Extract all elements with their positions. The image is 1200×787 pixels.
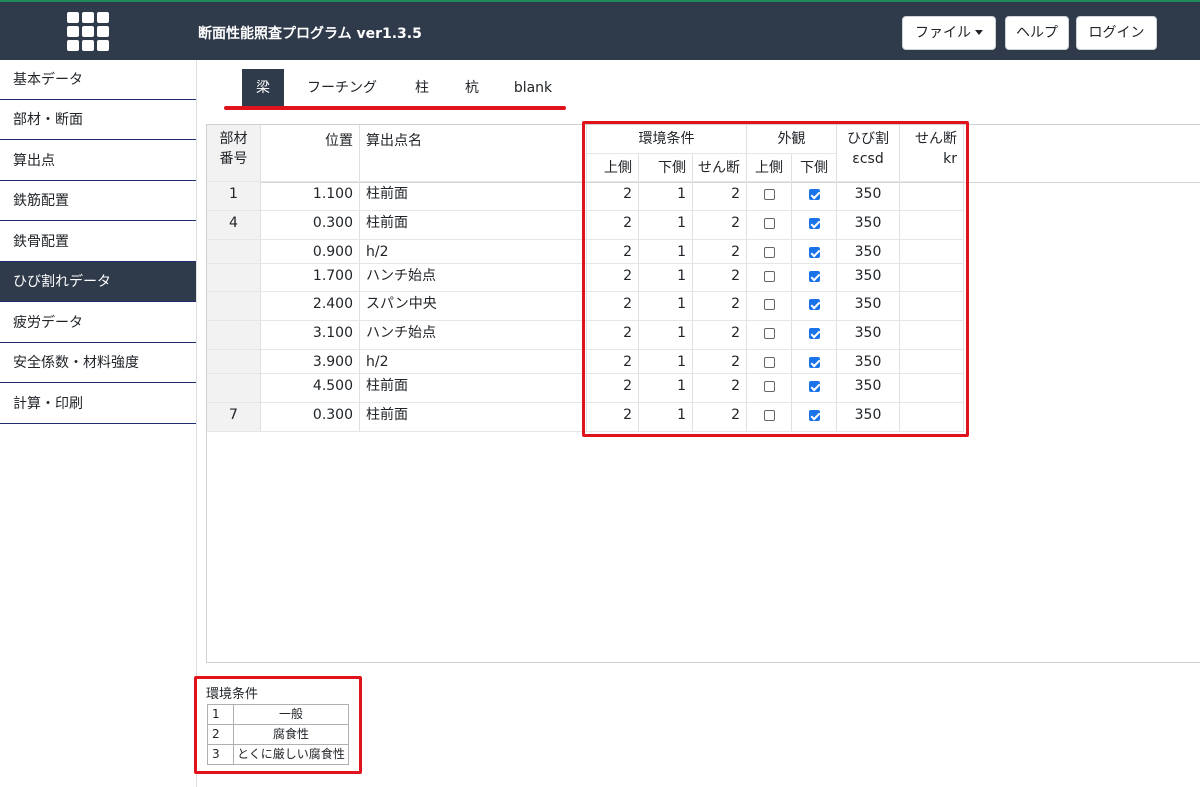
cell-member-no <box>207 292 261 321</box>
cell-point-name[interactable]: h/2 <box>360 240 587 264</box>
sidebar-item-calc-print[interactable]: 計算・印刷 <box>0 384 196 424</box>
cell-position[interactable]: 1.700 <box>261 264 360 292</box>
env-conditions-highlight-box <box>582 121 969 437</box>
app-title: 断面性能照査プログラム ver1.3.5 <box>198 26 422 42</box>
tab-highlight-underline <box>224 106 566 110</box>
cell-position[interactable]: 4.500 <box>261 374 360 403</box>
file-button-label: ファイル <box>915 25 971 41</box>
sidebar-item-fatigue[interactable]: 疲労データ <box>0 303 196 343</box>
sidebar-item-calc-points[interactable]: 算出点 <box>0 141 196 181</box>
cell-member-no: 4 <box>207 211 261 240</box>
tab-beam[interactable]: 梁 <box>242 69 284 107</box>
header-position: 位置 <box>261 125 360 182</box>
cell-position[interactable]: 0.300 <box>261 211 360 240</box>
cell-member-no: 7 <box>207 403 261 432</box>
cell-member-no <box>207 264 261 292</box>
app-menu-grid-icon[interactable] <box>67 12 111 52</box>
header-member-no-line2: 番号 <box>219 151 248 167</box>
tab-pile[interactable]: 杭 <box>456 69 488 107</box>
login-button[interactable]: ログイン <box>1076 16 1157 50</box>
cell-point-name[interactable]: 柱前面 <box>360 374 587 403</box>
sidebar-item-members-sections[interactable]: 部材・断面 <box>0 100 196 140</box>
cell-member-no <box>207 240 261 264</box>
sidebar-item-rebar[interactable]: 鉄筋配置 <box>0 181 196 221</box>
cell-position[interactable]: 2.400 <box>261 292 360 321</box>
tab-blank[interactable]: blank <box>506 69 560 107</box>
tab-footing[interactable]: フーチング <box>296 69 388 107</box>
legend-highlight-box <box>194 676 362 774</box>
cell-point-name[interactable]: h/2 <box>360 350 587 374</box>
cell-position[interactable]: 1.100 <box>261 182 360 211</box>
help-button[interactable]: ヘルプ <box>1005 16 1069 50</box>
cell-point-name[interactable]: ハンチ始点 <box>360 321 587 350</box>
sidebar-item-crack-data[interactable]: ひび割れデータ <box>0 262 196 302</box>
top-navbar: 断面性能照査プログラム ver1.3.5 ファイル ヘルプ ログイン <box>0 0 1200 60</box>
header-point-name: 算出点名 <box>360 125 587 182</box>
cell-position[interactable]: 3.900 <box>261 350 360 374</box>
sidebar-item-basic-data[interactable]: 基本データ <box>0 60 196 100</box>
cell-position[interactable]: 0.300 <box>261 403 360 432</box>
cell-point-name[interactable]: 柱前面 <box>360 182 587 211</box>
cell-position[interactable]: 3.100 <box>261 321 360 350</box>
header-member-no-line1: 部材 <box>219 131 248 147</box>
cell-member-no: 1 <box>207 182 261 211</box>
sidebar-item-safety-factors[interactable]: 安全係数・材料強度 <box>0 343 196 383</box>
cell-position[interactable]: 0.900 <box>261 240 360 264</box>
caret-down-icon <box>975 30 983 35</box>
file-menu-button[interactable]: ファイル <box>902 16 996 50</box>
sidebar: 基本データ 部材・断面 算出点 鉄筋配置 鉄骨配置 ひび割れデータ 疲労データ … <box>0 60 197 787</box>
sidebar-item-steel[interactable]: 鉄骨配置 <box>0 222 196 262</box>
cell-member-no <box>207 374 261 403</box>
cell-point-name[interactable]: 柱前面 <box>360 403 587 432</box>
header-member-no: 部材 番号 <box>207 125 261 182</box>
cell-member-no <box>207 350 261 374</box>
cell-point-name[interactable]: スパン中央 <box>360 292 587 321</box>
tab-column[interactable]: 柱 <box>406 69 438 107</box>
cell-point-name[interactable]: 柱前面 <box>360 211 587 240</box>
cell-member-no <box>207 321 261 350</box>
cell-point-name[interactable]: ハンチ始点 <box>360 264 587 292</box>
